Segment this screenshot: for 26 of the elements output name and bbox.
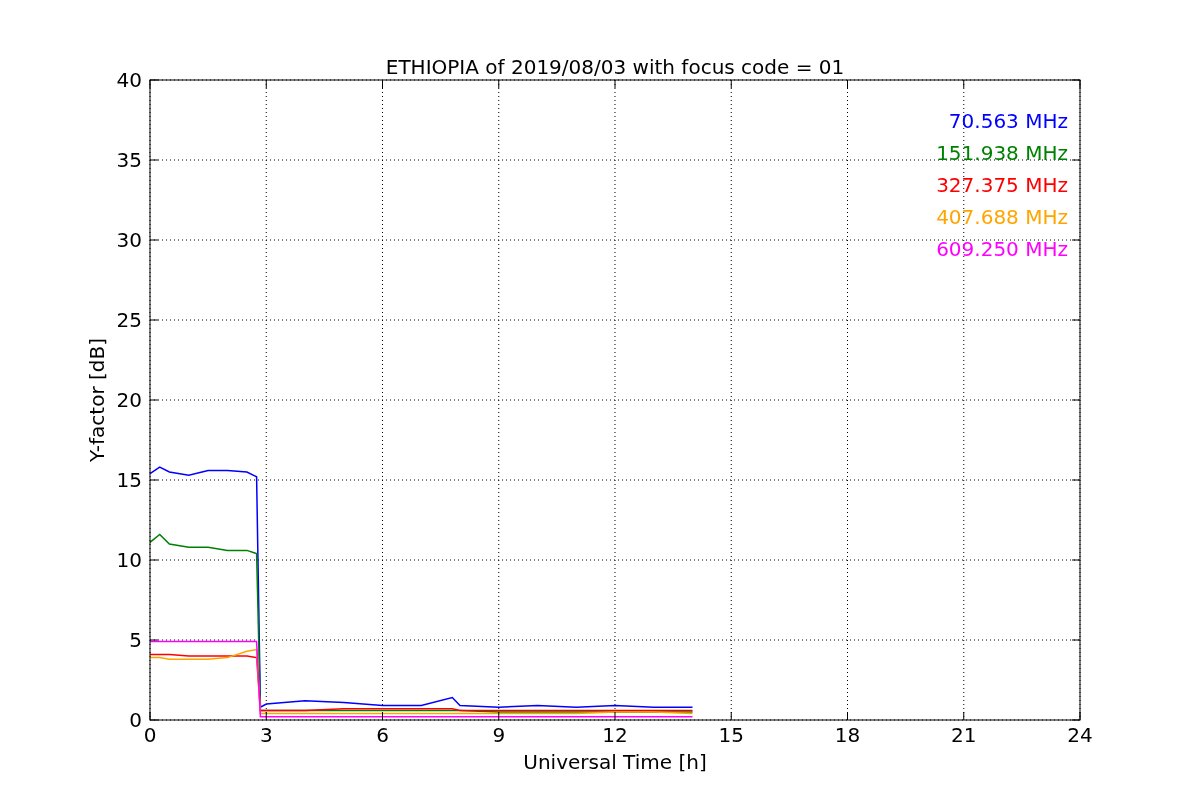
x-axis-label: Universal Time [h] bbox=[523, 750, 707, 774]
legend-label: 327.375 MHz bbox=[936, 173, 1068, 197]
legend-label: 609.250 MHz bbox=[936, 237, 1068, 261]
x-tick-label: 12 bbox=[602, 723, 628, 747]
y-tick-label: 5 bbox=[129, 628, 142, 652]
y-tick-label: 15 bbox=[116, 468, 142, 492]
y-tick-label: 20 bbox=[116, 388, 142, 412]
chart-title: ETHIOPIA of 2019/08/03 with focus code = 01 bbox=[385, 55, 845, 79]
legend-label: 70.563 MHz bbox=[948, 109, 1068, 133]
y-tick-label: 25 bbox=[116, 308, 142, 332]
x-tick-label: 0 bbox=[143, 723, 157, 747]
x-tick-label: 24 bbox=[1067, 723, 1093, 747]
y-axis-label: Y-factor [dB] bbox=[85, 338, 109, 462]
x-tick-label: 6 bbox=[376, 723, 389, 747]
y-tick-label: 30 bbox=[116, 228, 142, 252]
x-tick-label: 21 bbox=[951, 723, 977, 747]
legend-label: 407.688 MHz bbox=[936, 205, 1068, 229]
x-tick-label: 3 bbox=[259, 723, 273, 747]
legend-label: 151.938 MHz bbox=[936, 141, 1068, 165]
x-tick-label: 9 bbox=[492, 723, 506, 747]
y-tick-label: 10 bbox=[116, 548, 142, 572]
y-tick-label: 0 bbox=[129, 708, 142, 732]
y-tick-label: 40 bbox=[116, 68, 142, 92]
y-tick-label: 35 bbox=[116, 148, 142, 172]
x-tick-label: 15 bbox=[718, 723, 744, 747]
x-tick-label: 18 bbox=[834, 723, 861, 747]
